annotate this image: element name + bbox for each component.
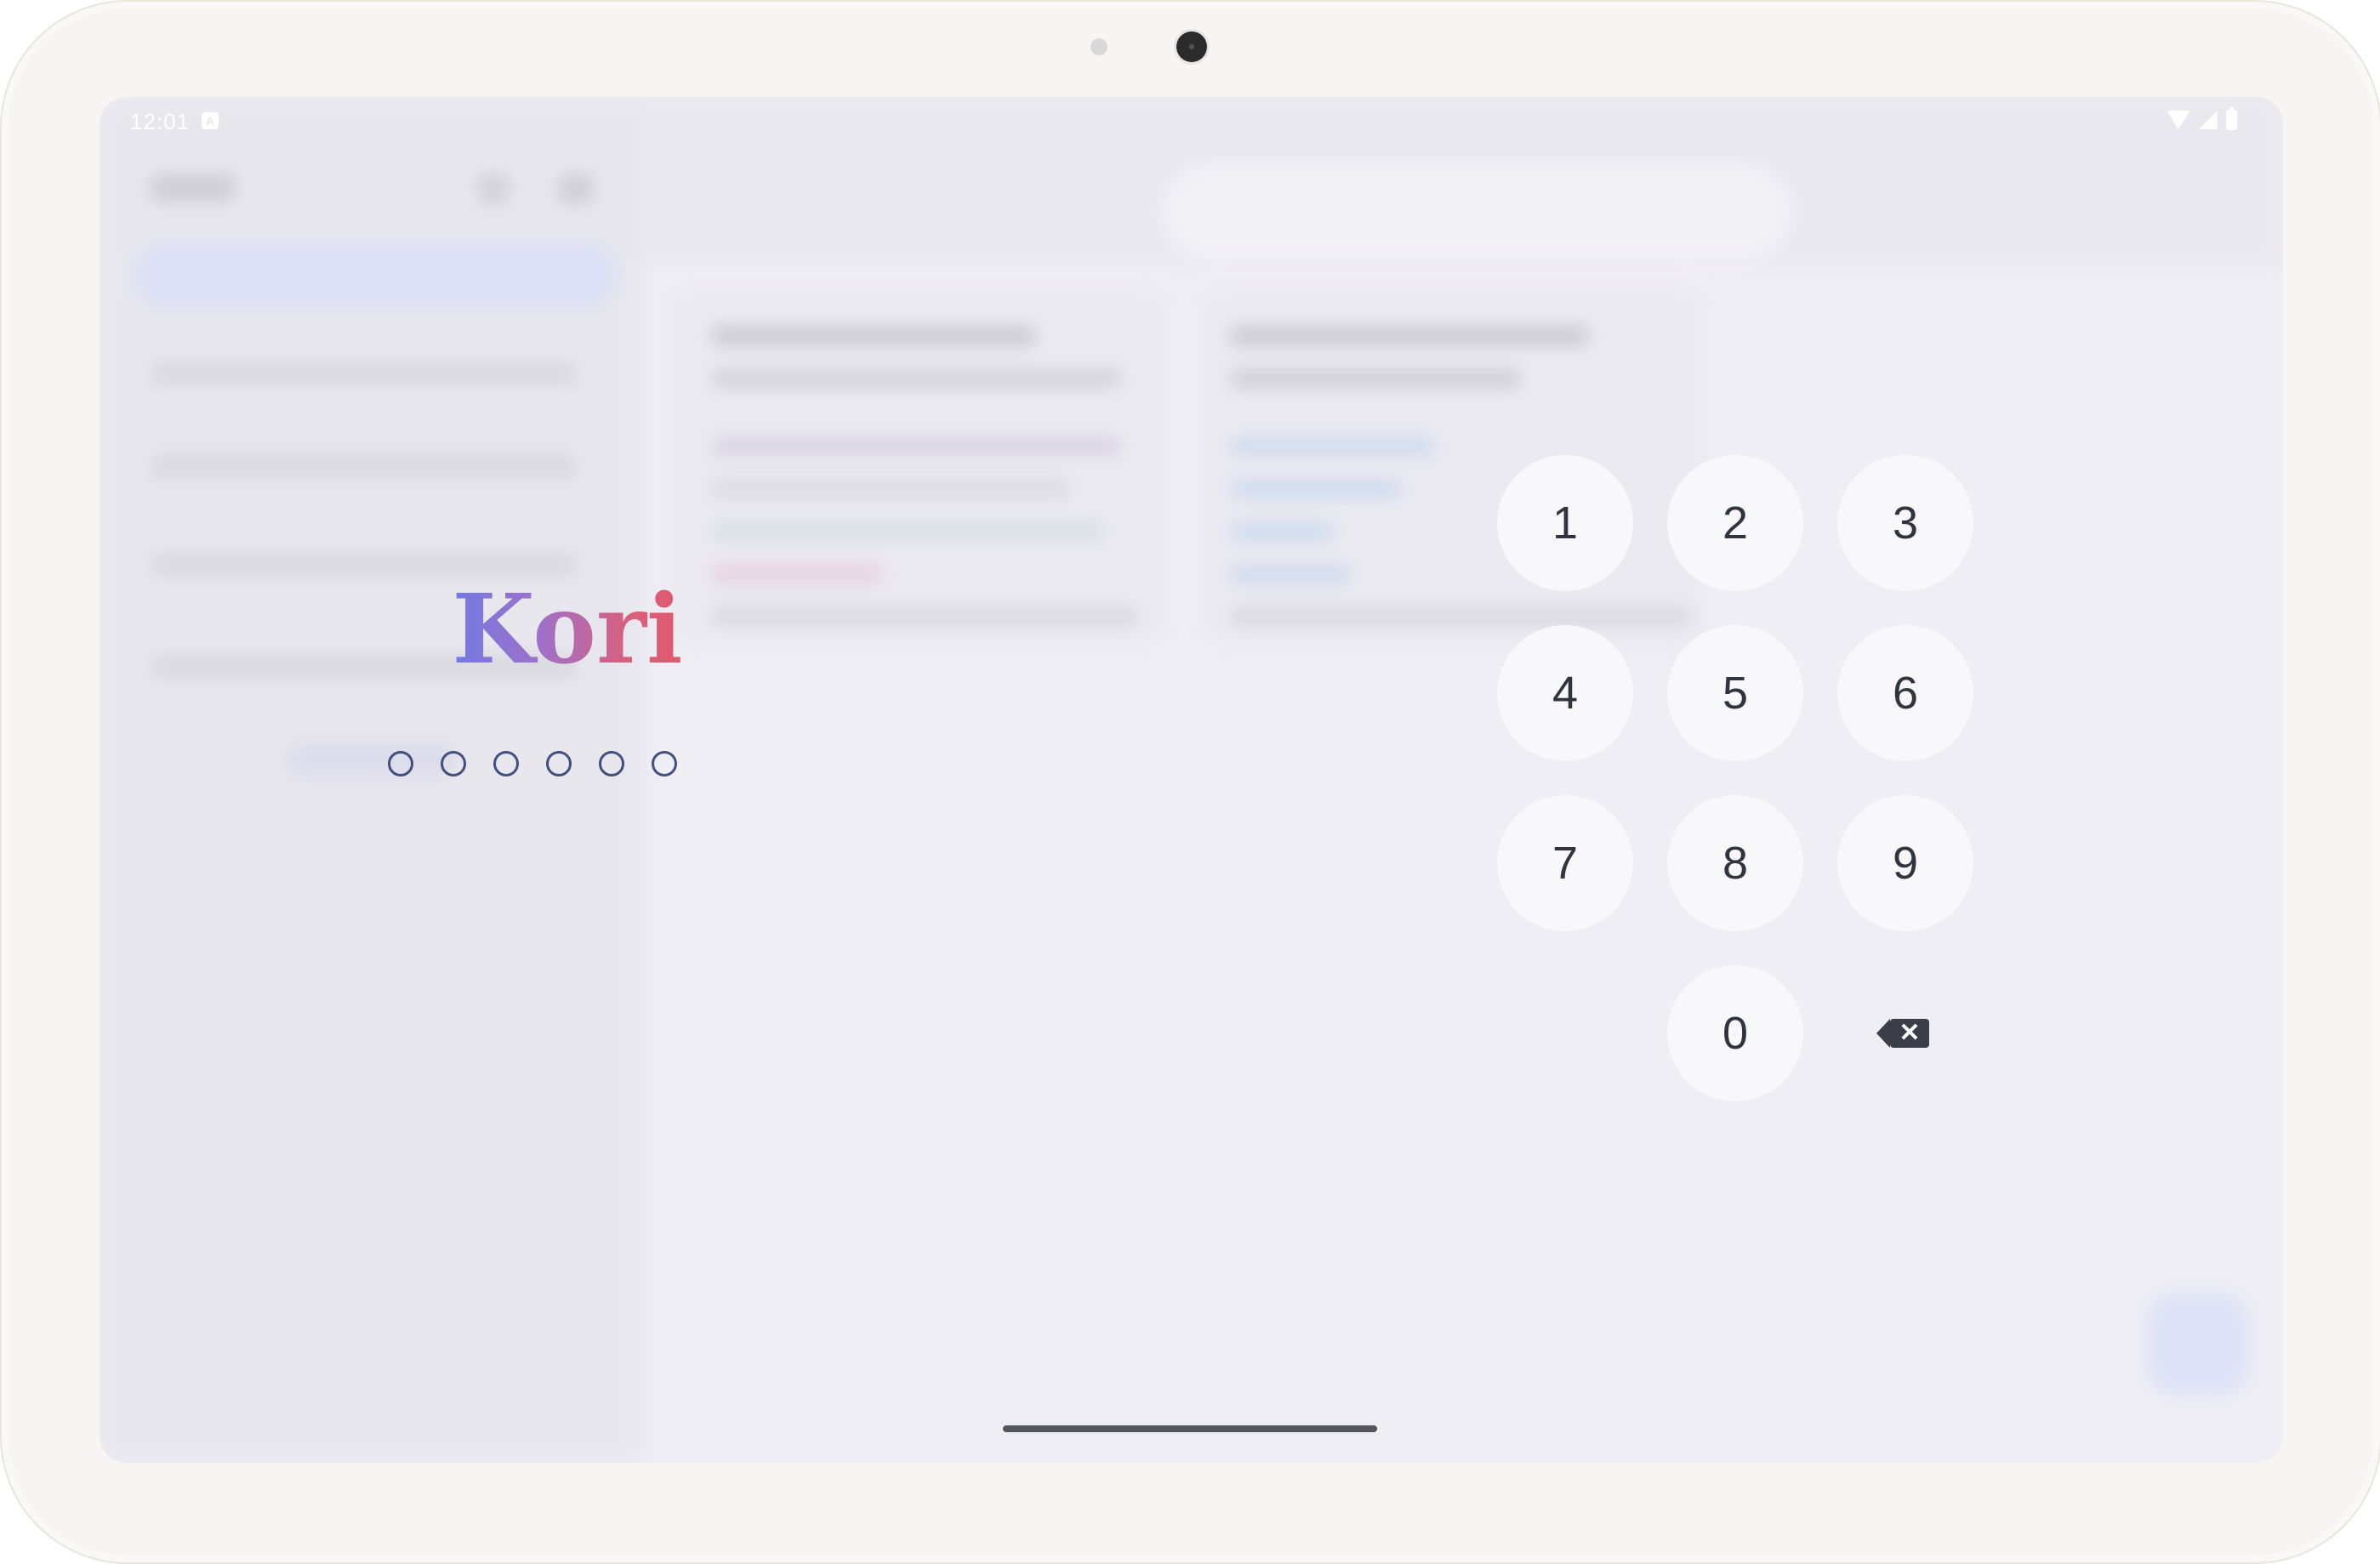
background-fab <box>2147 1293 2249 1395</box>
pin-dot <box>493 751 519 776</box>
signal-icon <box>2199 111 2218 129</box>
notification-icon: A <box>202 112 219 129</box>
blurred-app-background <box>100 97 2283 1463</box>
key-1[interactable]: 1 <box>1497 455 1633 591</box>
key-2[interactable]: 2 <box>1667 455 1803 591</box>
pin-dot <box>599 751 624 776</box>
pin-keypad: 1 2 3 4 5 6 7 8 9 0 ✕ <box>1399 361 1973 1101</box>
key-9[interactable]: 9 <box>1837 795 1973 931</box>
key-8[interactable]: 8 <box>1667 795 1803 931</box>
pin-dot <box>652 751 677 776</box>
screen: 12:01 A <box>100 97 2283 1463</box>
home-indicator[interactable] <box>1003 1425 1377 1432</box>
pin-dot <box>441 751 466 776</box>
key-0[interactable]: 0 <box>1667 965 1803 1101</box>
tablet-frame: 12:01 A <box>0 0 2380 1564</box>
key-7[interactable]: 7 <box>1497 795 1633 931</box>
key-6[interactable]: 6 <box>1837 625 1973 761</box>
app-logo: Kori <box>440 583 695 678</box>
key-4[interactable]: 4 <box>1497 625 1633 761</box>
key-3[interactable]: 3 <box>1837 455 1973 591</box>
light-sensor <box>1090 38 1107 55</box>
backspace-icon: ✕ <box>1876 1019 1929 1048</box>
pin-dot <box>546 751 572 776</box>
key-5[interactable]: 5 <box>1667 625 1803 761</box>
backspace-button[interactable]: ✕ <box>1837 965 1973 1101</box>
pin-indicator <box>388 751 677 776</box>
battery-icon <box>2226 107 2237 130</box>
background-search <box>1163 165 1792 259</box>
wifi-icon <box>2166 111 2190 129</box>
pin-dot <box>388 751 413 776</box>
status-time: 12:01 <box>130 109 191 134</box>
front-camera <box>1176 31 1207 62</box>
status-icons <box>2166 107 2237 130</box>
